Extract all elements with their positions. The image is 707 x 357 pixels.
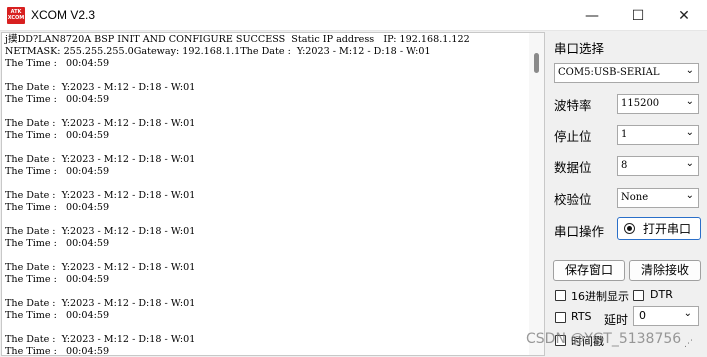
open-port-label: 打开串口 — [643, 222, 692, 236]
window-title: XCOM V2.3 — [31, 8, 96, 22]
vertical-scrollbar[interactable] — [529, 33, 544, 355]
chevron-down-icon: ⌄ — [685, 127, 694, 138]
stop-bits-value: 1 — [621, 129, 628, 140]
delay-input[interactable]: 0 ⌄ — [633, 306, 699, 326]
delay-value: 0 — [639, 309, 646, 322]
hex-display-checkbox[interactable] — [555, 290, 566, 301]
dtr-label: DTR — [650, 288, 673, 301]
logo-bottom-text: XCOM — [7, 15, 25, 21]
hex-display-label: 16进制显示 — [571, 290, 629, 303]
clear-receive-button[interactable]: 清除接收 — [629, 260, 701, 281]
baud-rate-value: 115200 — [621, 98, 660, 109]
rts-checkbox[interactable] — [555, 312, 566, 323]
radio-indicator-icon — [624, 223, 635, 234]
save-window-button[interactable]: 保存窗口 — [553, 260, 625, 281]
close-icon: ✕ — [678, 7, 690, 24]
watermark-text: CSDN @YGT_5138756 — [526, 331, 682, 347]
data-bits-select[interactable]: 8 ⌄ — [617, 156, 699, 176]
app-logo-icon: ATK XCOM — [7, 7, 25, 24]
chevron-down-icon: ⌄ — [685, 158, 694, 169]
chevron-down-icon: ⌄ — [685, 96, 694, 107]
parity-select[interactable]: None ⌄ — [617, 188, 699, 208]
port-select-label: 串口选择 — [554, 41, 605, 56]
port-select-value: COM5:USB-SERIAL — [558, 67, 660, 78]
minimize-button[interactable]: — — [569, 0, 615, 31]
port-operation-label: 串口操作 — [554, 224, 605, 239]
baud-rate-label: 波特率 — [554, 98, 592, 113]
open-port-button[interactable]: 打开串口 — [617, 217, 701, 240]
baud-rate-select[interactable]: 115200 ⌄ — [617, 94, 699, 114]
scrollbar-thumb[interactable] — [534, 53, 539, 73]
chevron-down-icon: ⌄ — [683, 308, 692, 319]
data-bits-label: 数据位 — [554, 160, 592, 175]
chevron-down-icon: ⌄ — [685, 65, 694, 76]
control-panel: 串口选择 COM5:USB-SERIAL ⌄ 波特率 115200 ⌄ 停止位 … — [548, 32, 707, 357]
maximize-icon: ☐ — [631, 7, 645, 24]
rts-label: RTS — [571, 310, 592, 323]
parity-value: None — [621, 192, 649, 203]
received-text: j摸DD?LAN8720A BSP INIT AND CONFIGURE SUC… — [5, 34, 470, 356]
close-button[interactable]: ✕ — [661, 0, 707, 31]
chevron-down-icon: ⌄ — [685, 190, 694, 201]
maximize-button[interactable]: ☐ — [615, 0, 661, 31]
resize-grip-icon[interactable]: ⋰ — [684, 339, 694, 349]
stop-bits-select[interactable]: 1 ⌄ — [617, 125, 699, 145]
minimize-icon: — — [585, 7, 599, 24]
title-bar: ATK XCOM XCOM V2.3 — ☐ ✕ — [0, 0, 707, 31]
stop-bits-label: 停止位 — [554, 129, 592, 144]
data-bits-value: 8 — [621, 160, 628, 171]
receive-text-area[interactable]: j摸DD?LAN8720A BSP INIT AND CONFIGURE SUC… — [1, 32, 545, 356]
parity-label: 校验位 — [554, 192, 592, 207]
delay-label: 延时 — [604, 313, 629, 327]
dtr-checkbox[interactable] — [633, 290, 644, 301]
port-select[interactable]: COM5:USB-SERIAL ⌄ — [554, 63, 699, 83]
